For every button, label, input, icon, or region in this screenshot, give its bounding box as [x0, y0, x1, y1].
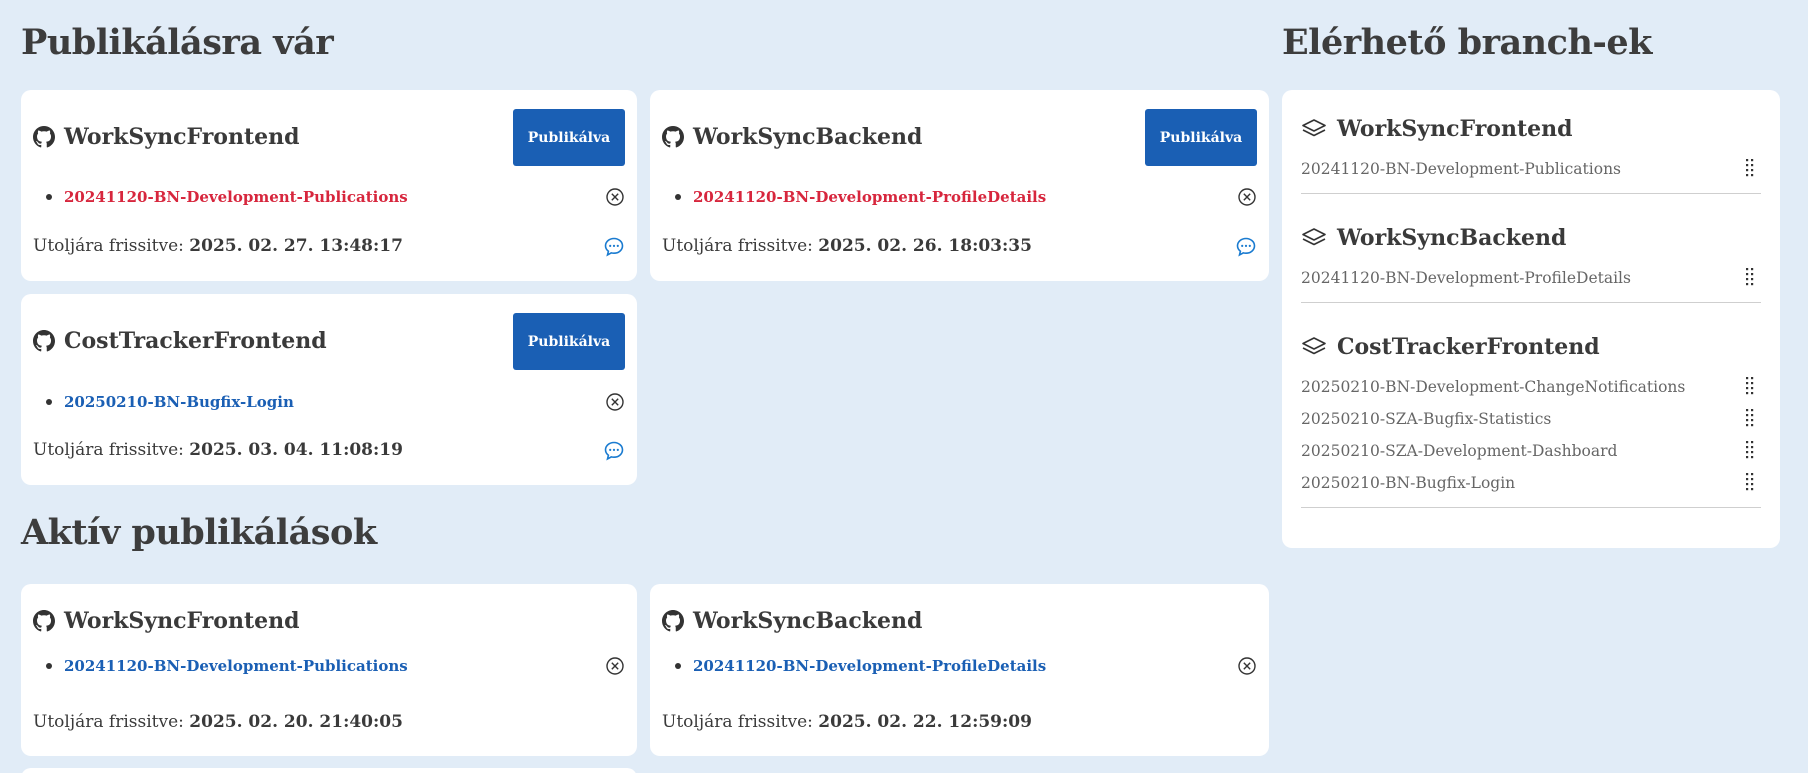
bullet: [46, 399, 52, 405]
updated-value: 2025. 02. 27. 13:48:17: [189, 236, 403, 256]
pending-section-title: Publikálásra vár: [21, 22, 334, 63]
github-icon: [33, 126, 55, 148]
drag-handle-icon[interactable]: [1745, 158, 1755, 180]
github-icon: [33, 610, 55, 632]
updated-value: 2025. 02. 22. 12:59:09: [818, 712, 1032, 732]
layers-icon: [1301, 336, 1327, 358]
available-branch-name: 20241120-BN-Development-Publications: [1301, 160, 1622, 178]
updated-label: Utoljára frissitve:: [33, 712, 184, 732]
drag-handle-icon[interactable]: [1745, 376, 1755, 398]
github-icon: [662, 126, 684, 148]
group-repo-name: WorkSyncBackend: [1337, 225, 1567, 251]
card-header: WorkSyncFrontend: [33, 584, 625, 658]
repo-name: WorkSyncFrontend: [64, 124, 300, 150]
repo-name: CostTrackerFrontend: [64, 328, 327, 354]
publish-button[interactable]: Publikálva: [513, 109, 625, 166]
active-card-worksync-backend: WorkSyncBackend 20241120-BN-Development-…: [650, 584, 1269, 756]
publish-button[interactable]: Publikálva: [513, 313, 625, 370]
pending-card-worksync-backend: WorkSyncBackend Publikálva 20241120-BN-D…: [650, 90, 1269, 281]
drag-handle-icon[interactable]: [1745, 472, 1755, 494]
available-branch-item[interactable]: 20250210-SZA-Development-Dashboard: [1301, 435, 1761, 467]
last-updated: Utoljára frissitve: 2025. 02. 22. 12:59:…: [662, 712, 1032, 732]
branch-item: 20241120-BN-Development-ProfileDetails: [675, 652, 1257, 680]
updated-value: 2025. 03. 04. 11:08:19: [189, 440, 403, 460]
divider: [1301, 302, 1761, 303]
group-title: CostTrackerFrontend: [1301, 329, 1761, 365]
branch-name: 20241120-BN-Development-ProfileDetails: [693, 188, 1047, 206]
updated-label: Utoljára frissitve:: [662, 712, 813, 732]
branch-item: 20250210-BN-Bugfix-Login: [46, 388, 625, 416]
github-icon: [662, 610, 684, 632]
publish-button[interactable]: Publikálva: [1145, 109, 1257, 166]
updated-value: 2025. 02. 26. 18:03:35: [818, 236, 1032, 256]
group-title: WorkSyncFrontend: [1301, 111, 1761, 147]
last-updated: Utoljára frissitve: 2025. 02. 26. 18:03:…: [662, 236, 1032, 256]
available-branches-card: WorkSyncFrontend 20241120-BN-Development…: [1282, 90, 1780, 548]
branch-name: 20241120-BN-Development-Publications: [64, 188, 408, 206]
repo-name: WorkSyncFrontend: [64, 608, 300, 634]
layers-icon: [1301, 118, 1327, 140]
repo-name: WorkSyncBackend: [693, 124, 923, 150]
group-repo-name: WorkSyncFrontend: [1337, 116, 1573, 142]
close-circle-icon[interactable]: [605, 656, 625, 676]
active-card-partial: [21, 768, 637, 773]
available-branch-name: 20250210-SZA-Development-Dashboard: [1301, 442, 1618, 460]
close-circle-icon[interactable]: [605, 392, 625, 412]
active-card-worksync-frontend: WorkSyncFrontend 20241120-BN-Development…: [21, 584, 637, 756]
available-branch-name: 20241120-BN-Development-ProfileDetails: [1301, 269, 1631, 287]
group-repo-name: CostTrackerFrontend: [1337, 334, 1600, 360]
branch-item: 20241120-BN-Development-Publications: [46, 652, 625, 680]
branch-name: 20241120-BN-Development-Publications: [64, 657, 408, 675]
bullet: [675, 194, 681, 200]
updated-label: Utoljára frissitve:: [662, 236, 813, 256]
available-branch-item[interactable]: 20250210-BN-Development-ChangeNotificati…: [1301, 371, 1761, 403]
last-updated: Utoljára frissitve: 2025. 02. 20. 21:40:…: [33, 712, 403, 732]
drag-handle-icon[interactable]: [1745, 267, 1755, 289]
github-icon: [33, 330, 55, 352]
bullet: [46, 194, 52, 200]
repo-name: WorkSyncBackend: [693, 608, 923, 634]
layers-icon: [1301, 227, 1327, 249]
divider: [1301, 193, 1761, 194]
active-section-title: Aktív publikálások: [21, 512, 377, 553]
available-branch-item[interactable]: 20241120-BN-Development-ProfileDetails: [1301, 262, 1761, 294]
group-title: WorkSyncBackend: [1301, 220, 1761, 256]
available-branch-name: 20250210-SZA-Bugfix-Statistics: [1301, 410, 1552, 428]
drag-handle-icon[interactable]: [1745, 408, 1755, 430]
branch-group-worksync-frontend: WorkSyncFrontend 20241120-BN-Development…: [1301, 111, 1761, 194]
divider: [1301, 507, 1761, 508]
bullet: [675, 663, 681, 669]
last-updated: Utoljára frissitve: 2025. 03. 04. 11:08:…: [33, 440, 403, 460]
close-circle-icon[interactable]: [1237, 187, 1257, 207]
updated-label: Utoljára frissitve:: [33, 440, 184, 460]
updated-value: 2025. 02. 20. 21:40:05: [189, 712, 403, 732]
available-branch-item[interactable]: 20250210-BN-Bugfix-Login: [1301, 467, 1761, 499]
bullet: [46, 663, 52, 669]
available-branch-name: 20250210-BN-Development-ChangeNotificati…: [1301, 378, 1686, 396]
available-section-title: Elérhető branch-ek: [1282, 22, 1652, 63]
available-branch-item[interactable]: 20250210-SZA-Bugfix-Statistics: [1301, 403, 1761, 435]
comment-icon[interactable]: [1235, 236, 1257, 258]
branch-item: 20241120-BN-Development-ProfileDetails: [675, 183, 1257, 211]
close-circle-icon[interactable]: [1237, 656, 1257, 676]
branch-item: 20241120-BN-Development-Publications: [46, 183, 625, 211]
pending-card-worksync-frontend: WorkSyncFrontend Publikálva 20241120-BN-…: [21, 90, 637, 281]
last-updated: Utoljára frissitve: 2025. 02. 27. 13:48:…: [33, 236, 403, 256]
close-circle-icon[interactable]: [605, 187, 625, 207]
available-branch-name: 20250210-BN-Bugfix-Login: [1301, 474, 1516, 492]
comment-icon[interactable]: [603, 236, 625, 258]
branch-name: 20250210-BN-Bugfix-Login: [64, 393, 294, 411]
card-header: WorkSyncBackend: [662, 584, 1257, 658]
comment-icon[interactable]: [603, 440, 625, 462]
updated-label: Utoljára frissitve:: [33, 236, 184, 256]
pending-card-costtracker-frontend: CostTrackerFrontend Publikálva 20250210-…: [21, 294, 637, 485]
drag-handle-icon[interactable]: [1745, 440, 1755, 462]
branch-group-worksync-backend: WorkSyncBackend 20241120-BN-Development-…: [1301, 220, 1761, 303]
branch-group-costtracker-frontend: CostTrackerFrontend 20250210-BN-Developm…: [1301, 329, 1761, 508]
available-branch-item[interactable]: 20241120-BN-Development-Publications: [1301, 153, 1761, 185]
branch-name: 20241120-BN-Development-ProfileDetails: [693, 657, 1047, 675]
